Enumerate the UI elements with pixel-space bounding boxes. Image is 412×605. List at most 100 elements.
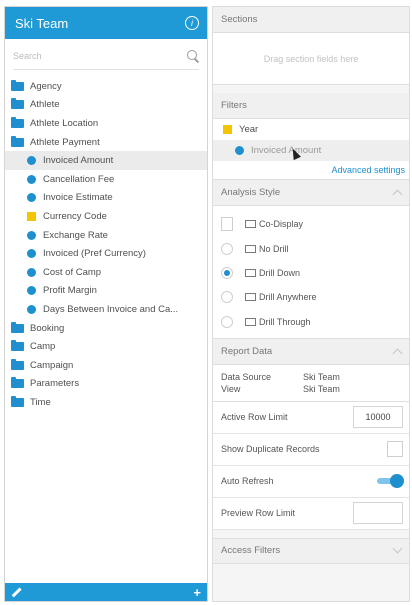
analysis-style-icon bbox=[245, 244, 256, 253]
analysis-style-icon bbox=[245, 268, 256, 277]
folder-item[interactable]: Campaign bbox=[5, 356, 207, 375]
sections-header[interactable]: Sections bbox=[213, 7, 409, 33]
folder-icon bbox=[11, 79, 24, 91]
tree-item-label: Invoiced (Pref Currency) bbox=[43, 248, 146, 260]
auto-refresh-row: Auto Refresh bbox=[213, 466, 409, 498]
panel-footer: + bbox=[5, 583, 207, 601]
pencil-icon[interactable] bbox=[11, 587, 22, 597]
analysis-radio[interactable] bbox=[221, 242, 233, 255]
preview-row-limit-label: Preview Row Limit bbox=[221, 508, 296, 519]
tree-item-label: Athlete bbox=[30, 99, 60, 111]
report-data-header[interactable]: Report Data bbox=[213, 338, 409, 365]
folder-icon bbox=[11, 116, 24, 128]
tree-item-label: Time bbox=[30, 396, 51, 408]
folder-icon bbox=[11, 98, 24, 110]
filter-item-label: Year bbox=[239, 124, 259, 135]
chevron-down-icon[interactable] bbox=[392, 544, 403, 554]
field-item[interactable]: Profit Margin bbox=[5, 282, 207, 301]
co-display-checkbox[interactable] bbox=[221, 217, 233, 232]
analysis-option[interactable]: Drill Down bbox=[213, 261, 409, 285]
active-row-limit-label: Active Row Limit bbox=[221, 412, 288, 423]
view-row: View Ski Team bbox=[221, 383, 401, 395]
report-data-info: Data Source Ski Team View Ski Team bbox=[213, 364, 409, 402]
active-row-limit-row: Active Row Limit bbox=[213, 402, 409, 434]
analysis-option[interactable]: Drill Through bbox=[213, 310, 409, 334]
analysis-radio[interactable] bbox=[221, 315, 233, 328]
report-settings: Active Row Limit Show Duplicate Records … bbox=[213, 401, 409, 530]
report-properties-panel: Sections Drag section fields here Filter… bbox=[212, 6, 410, 602]
tree-item-label: Currency Code bbox=[43, 210, 107, 222]
tree-item-label: Exchange Rate bbox=[43, 229, 108, 241]
field-item[interactable]: Cost of Camp bbox=[5, 263, 207, 282]
folder-item[interactable]: Camp bbox=[5, 337, 207, 356]
folder-item[interactable]: Athlete Payment bbox=[5, 133, 207, 152]
folder-icon bbox=[11, 135, 24, 147]
filter-item-year[interactable]: Year bbox=[213, 119, 409, 140]
tree-item-label: Invoiced Amount bbox=[43, 155, 114, 167]
search-input[interactable] bbox=[13, 50, 163, 61]
tree-item-label: Campaign bbox=[30, 359, 74, 371]
field-item[interactable]: Cancellation Fee bbox=[5, 170, 207, 189]
measure-dot-icon bbox=[27, 174, 36, 184]
field-item[interactable]: Currency Code bbox=[5, 207, 207, 226]
info-icon[interactable]: i bbox=[185, 16, 199, 30]
measure-dot-icon bbox=[235, 146, 244, 155]
folder-item[interactable]: Time bbox=[5, 393, 207, 412]
folder-item[interactable]: Agency bbox=[5, 77, 207, 96]
analysis-option[interactable]: Drill Anywhere bbox=[213, 285, 409, 309]
measure-dot-icon bbox=[27, 230, 36, 240]
folder-item[interactable]: Parameters bbox=[5, 375, 207, 394]
tree-item-label: Days Between Invoice and Ca... bbox=[43, 303, 179, 315]
view-value: Ski Team bbox=[303, 383, 340, 394]
access-filters-title: Access Filters bbox=[221, 545, 281, 557]
analysis-option-label: Drill Anywhere bbox=[259, 292, 317, 303]
folder-item[interactable]: Athlete Location bbox=[5, 114, 207, 133]
chevron-up-icon[interactable] bbox=[392, 348, 403, 359]
show-duplicates-checkbox[interactable] bbox=[387, 441, 403, 458]
sections-placeholder: Drag section fields here bbox=[263, 53, 359, 64]
analysis-style-header[interactable]: Analysis Style bbox=[213, 180, 409, 206]
filter-item-invoiced-amount[interactable]: Invoiced Amount bbox=[213, 140, 409, 161]
chevron-up-icon[interactable] bbox=[392, 189, 403, 200]
search-bar bbox=[13, 42, 199, 70]
analysis-radio[interactable] bbox=[221, 291, 233, 304]
field-item[interactable]: Invoice Estimate bbox=[5, 189, 207, 208]
field-item[interactable]: Days Between Invoice and Ca... bbox=[5, 300, 207, 319]
analysis-option-label: Drill Through bbox=[259, 316, 311, 327]
measure-dot-icon bbox=[27, 193, 36, 203]
plus-icon[interactable]: + bbox=[193, 586, 201, 599]
measure-dot-icon bbox=[27, 286, 36, 296]
view-title: Ski Team bbox=[15, 15, 69, 31]
folder-item[interactable]: Athlete bbox=[5, 96, 207, 115]
field-item[interactable]: Invoiced Amount bbox=[5, 151, 207, 170]
dimension-square-icon bbox=[223, 125, 232, 134]
folder-item[interactable]: Booking bbox=[5, 319, 207, 338]
advanced-settings-link[interactable]: Advanced settings bbox=[213, 161, 409, 179]
data-fields-panel: Ski Team i Agency Athlete Athlete Location… bbox=[4, 6, 208, 602]
field-item[interactable]: Invoiced (Pref Currency) bbox=[5, 244, 207, 263]
preview-row-limit-input[interactable] bbox=[353, 502, 403, 525]
tree-item-label: Cancellation Fee bbox=[43, 173, 115, 185]
measure-dot-icon bbox=[27, 267, 36, 277]
search-icon[interactable] bbox=[187, 49, 199, 62]
active-row-limit-input[interactable] bbox=[353, 406, 403, 429]
access-filters-header[interactable]: Access Filters bbox=[213, 537, 409, 564]
tree-item-label: Cost of Camp bbox=[43, 266, 102, 278]
sections-title: Sections bbox=[221, 14, 258, 25]
tree-item-label: Camp bbox=[30, 341, 56, 353]
auto-refresh-toggle[interactable] bbox=[377, 474, 404, 489]
sections-drop-zone[interactable]: Drag section fields here bbox=[213, 33, 409, 85]
analysis-radio[interactable] bbox=[221, 266, 233, 279]
analysis-option-label: Co-Display bbox=[259, 219, 304, 230]
analysis-option[interactable]: No Drill bbox=[213, 236, 409, 260]
analysis-option[interactable]: Co-Display bbox=[213, 212, 409, 236]
analysis-option-label: Drill Down bbox=[259, 267, 301, 278]
filters-drop-zone[interactable]: Year Invoiced Amount Advanced settings bbox=[213, 119, 409, 180]
field-item[interactable]: Exchange Rate bbox=[5, 226, 207, 245]
folder-icon bbox=[11, 377, 24, 389]
auto-refresh-label: Auto Refresh bbox=[221, 476, 274, 487]
analysis-style-icon bbox=[245, 220, 256, 229]
measure-dot-icon bbox=[27, 156, 36, 166]
folder-icon bbox=[11, 395, 24, 407]
filters-header[interactable]: Filters bbox=[213, 93, 409, 119]
